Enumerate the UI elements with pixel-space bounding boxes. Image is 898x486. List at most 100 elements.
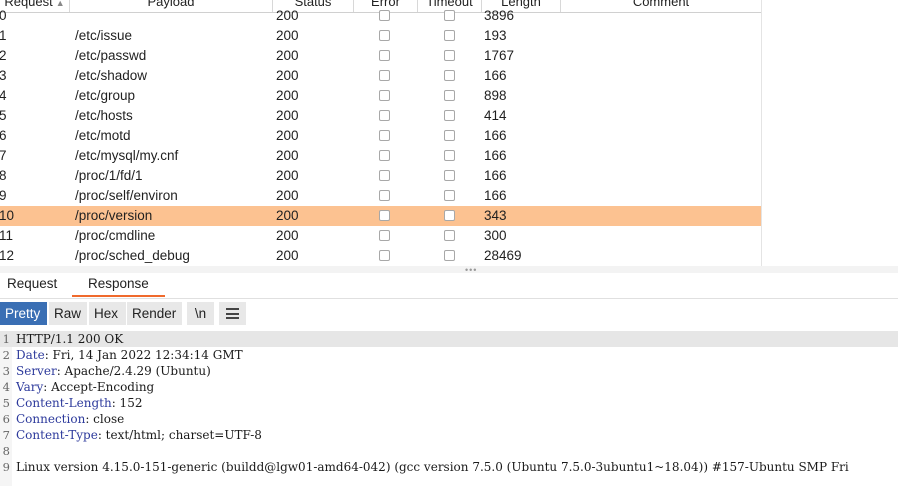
payload-cell: /etc/hosts bbox=[75, 108, 133, 123]
pane-splitter[interactable]: ••• bbox=[0, 265, 898, 275]
payload-cell: /etc/issue bbox=[75, 28, 133, 43]
request-number: 2 bbox=[0, 48, 7, 63]
header-key: Content-Length bbox=[16, 396, 112, 410]
newline-toggle-button[interactable]: \n bbox=[187, 302, 214, 325]
status-cell: 200 bbox=[276, 8, 299, 23]
table-row[interactable]: 5/etc/hosts 200 414 bbox=[0, 106, 761, 126]
results-table[interactable]: Request ▲ Payload Status Error Timeout Le… bbox=[0, 0, 898, 266]
status-cell: 200 bbox=[276, 168, 299, 183]
table-row[interactable]: 12/proc/sched_debug 200 28469 bbox=[0, 246, 761, 266]
error-checkbox[interactable] bbox=[379, 110, 390, 121]
timeout-checkbox[interactable] bbox=[444, 50, 455, 61]
timeout-checkbox[interactable] bbox=[444, 250, 455, 261]
length-cell: 166 bbox=[484, 188, 507, 203]
error-checkbox[interactable] bbox=[379, 190, 390, 201]
table-row[interactable]: 6/etc/motd 200 166 bbox=[0, 126, 761, 146]
header-value: : Apache/2.4.29 (Ubuntu) bbox=[56, 364, 211, 378]
header-value: : 152 bbox=[111, 396, 143, 410]
timeout-checkbox[interactable] bbox=[444, 150, 455, 161]
response-line: 9 Linux version 4.15.0-151-generic (build… bbox=[0, 459, 898, 475]
timeout-checkbox[interactable] bbox=[444, 90, 455, 101]
table-row[interactable]: 11/proc/cmdline 200 300 bbox=[0, 226, 761, 246]
table-row[interactable]: 7/etc/mysql/my.cnf 200 166 bbox=[0, 146, 761, 166]
line-number: 8 bbox=[2, 444, 10, 458]
payload-cell: /proc/self/environ bbox=[75, 188, 178, 203]
error-checkbox[interactable] bbox=[379, 170, 390, 181]
timeout-checkbox[interactable] bbox=[444, 210, 455, 221]
raw-button[interactable]: Raw bbox=[49, 302, 87, 325]
pretty-button[interactable]: Pretty bbox=[0, 302, 47, 325]
request-number: 7 bbox=[0, 148, 7, 163]
header-value: : text/html; charset=UTF-8 bbox=[97, 428, 262, 442]
request-number: 10 bbox=[0, 208, 15, 223]
timeout-checkbox[interactable] bbox=[444, 170, 455, 181]
table-row[interactable]: 8/proc/1/fd/1 200 166 bbox=[0, 166, 761, 186]
status-cell: 200 bbox=[276, 128, 299, 143]
length-cell: 166 bbox=[484, 168, 507, 183]
timeout-checkbox[interactable] bbox=[444, 110, 455, 121]
table-row[interactable]: 1/etc/issue 200 193 bbox=[0, 26, 761, 46]
timeout-checkbox[interactable] bbox=[444, 230, 455, 241]
request-number: 6 bbox=[0, 128, 7, 143]
length-cell: 414 bbox=[484, 108, 507, 123]
line-content: HTTP/1.1 200 OK bbox=[16, 331, 123, 347]
response-line: 3 Server: Apache/2.4.29 (Ubuntu) bbox=[0, 363, 898, 379]
response-editor[interactable]: 1 HTTP/1.1 200 OK 2 Date: Fri, 14 Jan 2022 … bbox=[0, 331, 898, 486]
line-content: Server: Apache/2.4.29 (Ubuntu) bbox=[16, 363, 211, 379]
render-button[interactable]: Render bbox=[127, 302, 182, 325]
length-cell: 1767 bbox=[484, 48, 515, 63]
response-line: 6 Connection: close bbox=[0, 411, 898, 427]
header-value: HTTP/1.1 200 OK bbox=[16, 332, 124, 346]
header-key: Vary bbox=[16, 380, 44, 394]
payload-cell: /etc/mysql/my.cnf bbox=[75, 148, 179, 163]
error-checkbox[interactable] bbox=[379, 90, 390, 101]
header-value: : close bbox=[85, 412, 125, 426]
request-number: 1 bbox=[0, 28, 7, 43]
payload-cell: /etc/motd bbox=[75, 128, 131, 143]
status-cell: 200 bbox=[276, 88, 299, 103]
error-checkbox[interactable] bbox=[379, 70, 390, 81]
request-number: 8 bbox=[0, 168, 7, 183]
response-line: 5 Content-Length: 152 bbox=[0, 395, 898, 411]
error-checkbox[interactable] bbox=[379, 130, 390, 141]
table-row[interactable]: 4/etc/group 200 898 bbox=[0, 86, 761, 106]
payload-cell: /proc/version bbox=[75, 208, 153, 223]
error-checkbox[interactable] bbox=[379, 50, 390, 61]
table-row[interactable]: 2/etc/passwd 200 1767 bbox=[0, 46, 761, 66]
timeout-checkbox[interactable] bbox=[444, 190, 455, 201]
status-cell: 200 bbox=[276, 108, 299, 123]
payload-cell: /etc/shadow bbox=[75, 68, 148, 83]
error-checkbox[interactable] bbox=[379, 30, 390, 41]
length-cell: 898 bbox=[484, 88, 507, 103]
payload-cell: /etc/passwd bbox=[75, 48, 147, 63]
request-number: 9 bbox=[0, 188, 7, 203]
length-cell: 193 bbox=[484, 28, 507, 43]
hex-button[interactable]: Hex bbox=[89, 302, 126, 325]
timeout-checkbox[interactable] bbox=[444, 10, 455, 21]
table-row-selected[interactable]: 10/proc/version 200 343 bbox=[0, 206, 761, 226]
request-number: 0 bbox=[0, 8, 7, 23]
table-row[interactable]: 9/proc/self/environ 200 166 bbox=[0, 186, 761, 206]
timeout-checkbox[interactable] bbox=[444, 70, 455, 81]
header-key: Content-Type bbox=[16, 428, 98, 442]
payload-cell: /proc/cmdline bbox=[75, 228, 156, 243]
timeout-checkbox[interactable] bbox=[444, 30, 455, 41]
line-number: 3 bbox=[2, 364, 10, 378]
length-cell: 166 bbox=[484, 68, 507, 83]
error-checkbox[interactable] bbox=[379, 250, 390, 261]
header-value: : Accept-Encoding bbox=[43, 380, 155, 394]
table-row[interactable]: 3/etc/shadow 200 166 bbox=[0, 66, 761, 86]
line-content: Date: Fri, 14 Jan 2022 12:34:14 GMT bbox=[16, 347, 243, 363]
tab-response[interactable]: Response bbox=[72, 273, 165, 297]
error-checkbox[interactable] bbox=[379, 150, 390, 161]
error-checkbox[interactable] bbox=[379, 230, 390, 241]
menu-button[interactable] bbox=[219, 302, 246, 325]
error-checkbox[interactable] bbox=[379, 10, 390, 21]
timeout-checkbox[interactable] bbox=[444, 130, 455, 141]
header-key: Server bbox=[16, 364, 57, 378]
table-rows: 0 200 3896 1/etc/issue 200 193 2/etc/passwd 200… bbox=[0, 6, 761, 266]
table-row[interactable]: 0 200 3896 bbox=[0, 6, 761, 26]
tab-request[interactable]: Request bbox=[7, 273, 57, 297]
error-checkbox[interactable] bbox=[379, 210, 390, 221]
line-number: 4 bbox=[2, 380, 10, 394]
